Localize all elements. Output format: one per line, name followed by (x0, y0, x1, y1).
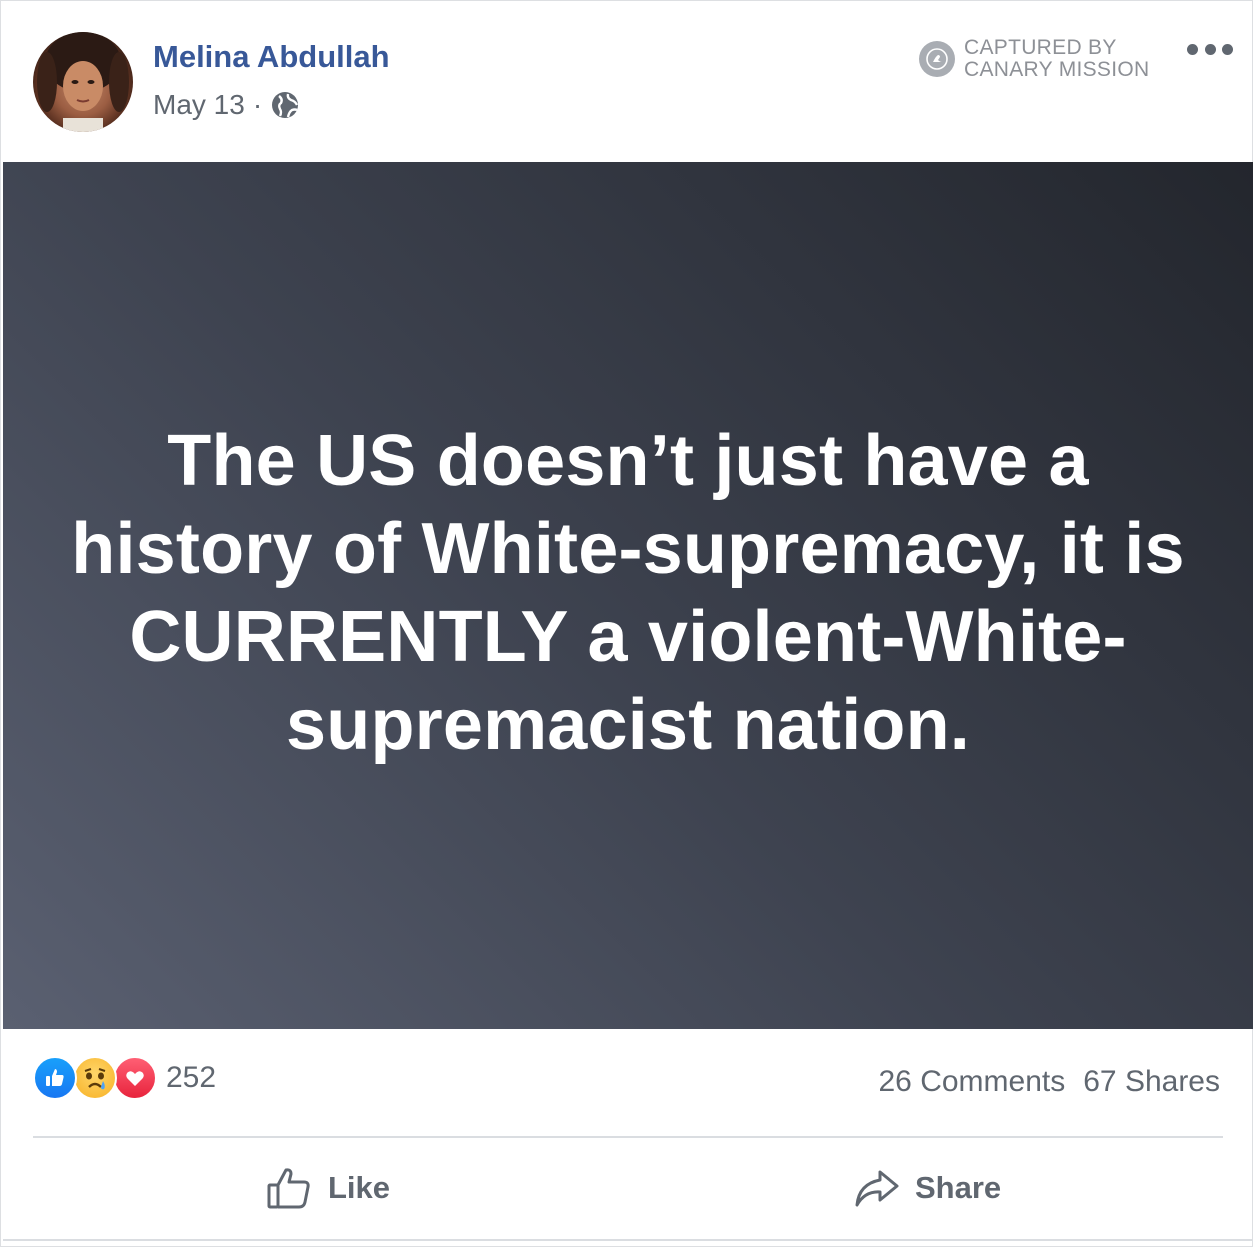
watermark-line-1: CAPTURED BY (964, 36, 1117, 59)
more-dot (1222, 43, 1233, 55)
post-image-text: The US doesn’t just have a history of Wh… (71, 420, 1185, 765)
canary-badge-icon (919, 41, 955, 77)
more-dot (1204, 43, 1216, 55)
post-actions: Like Share (1, 1138, 1252, 1238)
shares-count-link[interactable]: 67 Shares (1083, 1065, 1220, 1098)
author-name-link[interactable]: Melina Abdullah (153, 39, 390, 75)
author-avatar[interactable] (33, 32, 133, 132)
post-meta: May 13 · (153, 89, 300, 121)
more-dot (1187, 43, 1198, 55)
comments-shares: 26 Comments 67 Shares (878, 1065, 1220, 1099)
like-reaction-icon (33, 1056, 77, 1100)
post-image[interactable]: The US doesn’t just have a history of Wh… (3, 162, 1253, 1029)
like-label: Like (328, 1170, 391, 1205)
share-label: Share (915, 1170, 1002, 1205)
love-reaction-icon (113, 1056, 157, 1100)
share-arrow-icon (855, 1170, 899, 1207)
post-stats: 252 26 Comments 67 Shares (1, 1029, 1252, 1135)
thumbs-up-icon (267, 1168, 310, 1209)
post-header: Melina Abdullah May 13 · CAPTURED BY CAN… (1, 1, 1252, 161)
globe-icon[interactable] (270, 90, 300, 120)
meta-separator: · (252, 89, 263, 120)
comments-count-link[interactable]: 26 Comments (878, 1065, 1065, 1098)
post-date[interactable]: May 13 (153, 89, 245, 121)
reactions-summary[interactable]: 252 (33, 1056, 216, 1100)
share-button[interactable]: Share (853, 1164, 1001, 1212)
more-options-icon[interactable] (1187, 39, 1233, 59)
sad-reaction-icon (73, 1056, 117, 1100)
facebook-post: Melina Abdullah May 13 · CAPTURED BY CAN… (0, 0, 1253, 1247)
like-button[interactable]: Like (266, 1164, 390, 1212)
reaction-count[interactable]: 252 (166, 1061, 216, 1095)
bottom-divider (3, 1239, 1253, 1241)
watermark-line-2: CANARY MISSION (964, 58, 1150, 81)
canary-mission-watermark: CAPTURED BY CANARY MISSION (919, 37, 1149, 81)
